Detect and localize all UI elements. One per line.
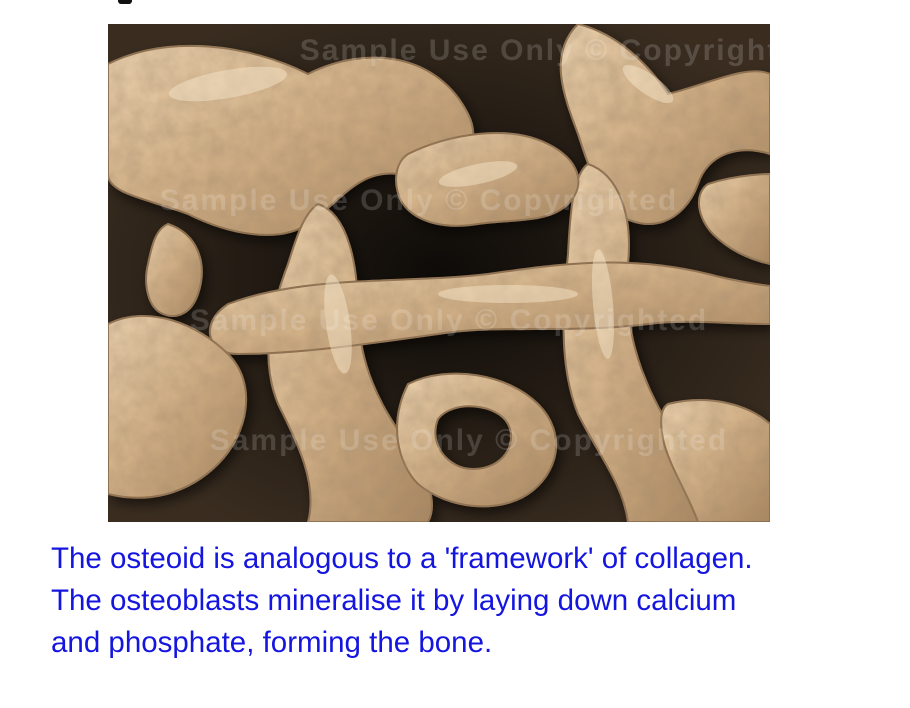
- caption-text: The osteoid is analogous to a 'framework…: [51, 538, 901, 664]
- caption-line-3: and phosphate, forming the bone.: [51, 626, 493, 659]
- caption-line-1: The osteoid is analogous to a 'framework…: [51, 542, 753, 575]
- caption-line-2: The osteoblasts mineralise it by laying …: [51, 584, 737, 617]
- bone-trabecular-micrograph: Sample Use Only © Copyrighted Sample Use…: [108, 24, 770, 522]
- micrograph-illustration: [108, 24, 770, 522]
- top-text-fragment: [118, 0, 132, 4]
